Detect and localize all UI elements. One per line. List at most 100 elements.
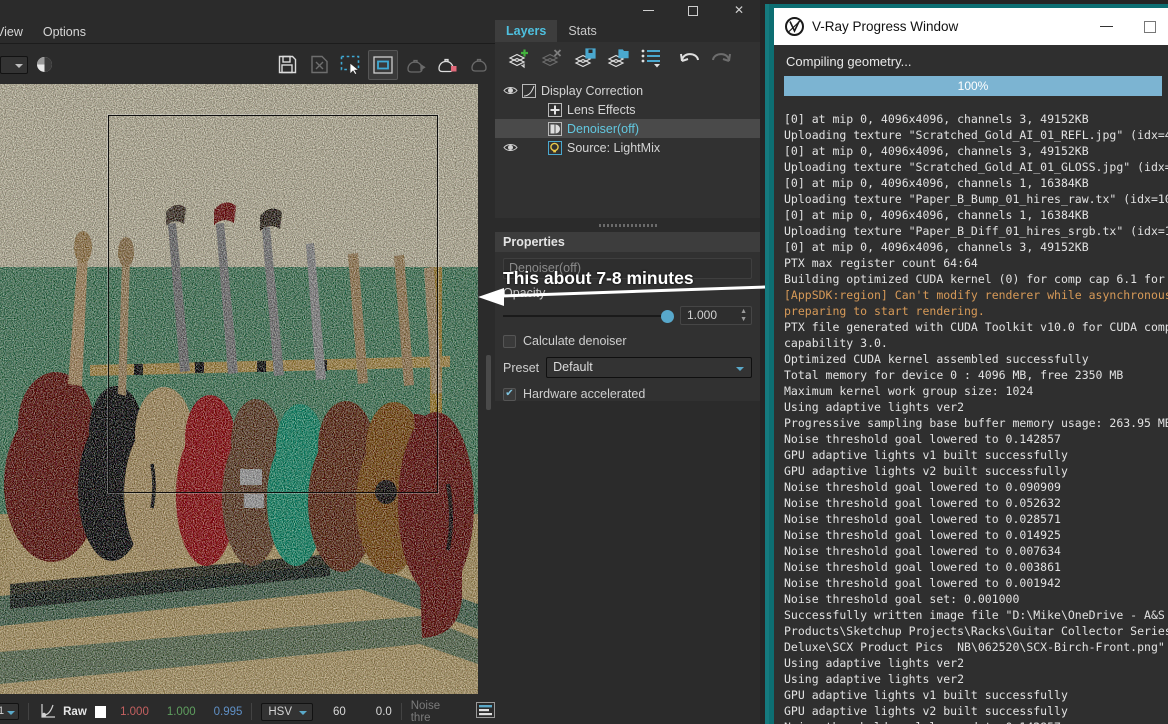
log-line: GPU adaptive lights v1 built successfull… — [784, 448, 1068, 462]
undo-icon[interactable] — [679, 48, 701, 73]
log-line: Building optimized CUDA kernel (0) for c… — [784, 272, 1165, 286]
log-line: Uploading texture "Paper_B_Diff_01_hires… — [784, 224, 1168, 238]
log-line: [0] at mip 0, 4096x4096, channels 1, 163… — [784, 208, 1089, 222]
maximize-icon[interactable] — [1128, 8, 1168, 45]
hue-value: 60 — [333, 705, 346, 718]
minimize-icon[interactable] — [625, 0, 671, 20]
log-line: Noise threshold goal lowered to 0.142857 — [784, 719, 1168, 724]
log-line: capability 3.0. — [784, 336, 888, 350]
add-layer-icon[interactable] — [508, 47, 532, 74]
calculate-denoiser-label: Calculate denoiser — [523, 334, 627, 348]
save-image-icon[interactable] — [272, 50, 302, 80]
tab-layers[interactable]: Layers — [495, 20, 558, 42]
log-line: Using adaptive lights ver2 — [784, 400, 965, 414]
curve-icon[interactable] — [40, 702, 57, 722]
layer-row-display-correction[interactable]: Display Correction — [495, 81, 760, 100]
view-select[interactable]: t1 — [0, 703, 20, 720]
log-line: Noise threshold goal lowered to 0.052632 — [784, 496, 1061, 510]
log-line: Uploading texture "Paper_B_Bump_01_hires… — [784, 192, 1168, 206]
calculate-denoiser-row[interactable]: Calculate denoiser — [503, 334, 752, 348]
properties-header: Properties — [495, 232, 760, 252]
show-region-icon[interactable] — [368, 49, 398, 80]
visibility-eye-off[interactable] — [499, 102, 521, 118]
stats-icon[interactable] — [476, 702, 495, 721]
vray-progress-window: V-Ray Progress Window Compiling geometry… — [765, 4, 1168, 724]
log-line: Products\Sketchup Projects\Racks\Guitar … — [784, 624, 1168, 638]
screen: ✕ View Options — [0, 0, 1168, 724]
vray-body: Compiling geometry... 100% [0] at mip 0,… — [774, 45, 1168, 724]
layers-toolbar — [495, 42, 760, 79]
annotation-text: This about 7-8 minutes — [503, 268, 694, 288]
channel-select[interactable] — [0, 55, 28, 74]
color-wheel-icon[interactable] — [29, 50, 59, 80]
tab-stats[interactable]: Stats — [557, 20, 608, 42]
log-line: Maximum kernel work group size: 1024 — [784, 384, 1034, 398]
opacity-slider[interactable] — [503, 309, 674, 323]
log-line: Noise threshold goal lowered to 0.028571 — [784, 512, 1061, 526]
layer-row-lens-effects[interactable]: Lens Effects — [495, 100, 760, 119]
minimize-icon[interactable] — [1084, 8, 1128, 45]
visibility-eye-off[interactable] — [499, 121, 521, 137]
redo-icon[interactable] — [710, 48, 732, 73]
layer-name: Lens Effects — [567, 102, 636, 117]
vray-titlebar[interactable]: V-Ray Progress Window — [774, 8, 1168, 45]
region-select-icon[interactable] — [336, 50, 366, 80]
color-swatch[interactable] — [94, 705, 107, 718]
lightmix-icon — [547, 140, 562, 155]
log-line: Noise threshold goal set: 0.001000 — [784, 592, 1020, 606]
vfb-toolbar — [0, 45, 495, 84]
layer-row-denoiser[interactable]: Denoiser(off) — [495, 119, 760, 138]
log-line: Noise threshold goal lowered to 0.001942 — [784, 576, 1061, 590]
log-line: [0] at mip 0, 4096x4096, channels 1, 163… — [784, 176, 1089, 190]
render-image — [0, 84, 478, 694]
log-line: GPU adaptive lights v1 built successfull… — [784, 688, 1068, 702]
hardware-accelerated-checkbox[interactable] — [503, 387, 516, 401]
opacity-value-field[interactable]: 1.000 ▲ ▼ — [680, 306, 752, 325]
preset-label: Preset — [503, 360, 540, 375]
menu-view[interactable]: View — [0, 20, 33, 44]
layer-row-source-lightmix[interactable]: Source: LightMix — [495, 138, 760, 157]
log-line: PTX file generated with CUDA Toolkit v10… — [784, 320, 1168, 334]
log-line: Successfully written image file "D:\Mike… — [784, 608, 1165, 622]
log-line: Noise threshold goal lowered to 0.090909 — [784, 480, 1061, 494]
preset-select[interactable]: Default — [546, 357, 752, 378]
teapot-icon[interactable] — [464, 50, 494, 80]
curve-layer-icon — [521, 83, 536, 98]
layers-panel: Layers Stats Display Correction Lens Eff… — [495, 20, 760, 724]
log-line: preparing to start rendering. — [784, 304, 985, 318]
colorspace-select[interactable]: HSV — [261, 702, 313, 721]
delete-layer-icon[interactable] — [541, 47, 565, 74]
stop-render-icon[interactable] — [432, 50, 462, 80]
visibility-eye-icon[interactable] — [499, 140, 521, 156]
vray-log[interactable]: [0] at mip 0, 4096x4096, channels 3, 491… — [780, 111, 1168, 724]
layer-name: Denoiser(off) — [567, 121, 640, 136]
vfb-titlebar: ✕ — [0, 0, 760, 20]
render-vertical-scrollbar[interactable] — [486, 355, 491, 410]
load-layers-icon[interactable] — [607, 47, 631, 74]
render-last-icon[interactable] — [400, 50, 430, 80]
vray-logo-icon — [785, 17, 804, 36]
save-layers-icon[interactable] — [574, 47, 598, 74]
progress-bar: 100% — [784, 76, 1162, 96]
panel-splitter[interactable] — [495, 218, 760, 232]
layer-name: Display Correction — [541, 83, 644, 98]
layers-tabs: Layers Stats — [495, 20, 760, 42]
visibility-eye-icon[interactable] — [499, 83, 521, 99]
value-green: 1.000 — [166, 705, 196, 718]
log-line: [0] at mip 0, 4096x4096, channels 3, 491… — [784, 240, 1089, 254]
log-line: Noise threshold goal lowered to 0.007634 — [784, 544, 1061, 558]
maximize-icon[interactable] — [670, 0, 716, 20]
calculate-denoiser-checkbox[interactable] — [503, 334, 516, 348]
log-line: GPU adaptive lights v2 built successfull… — [784, 704, 1068, 718]
value-red: 1.000 — [120, 705, 149, 718]
close-icon[interactable]: ✕ — [716, 0, 762, 20]
menu-options[interactable]: Options — [33, 20, 96, 44]
log-line: Total memory for device 0 : 4096 MB, fre… — [784, 368, 1124, 382]
log-line: Uploading texture "Scratched_Gold_AI_01_… — [784, 128, 1168, 142]
layer-presets-icon[interactable] — [640, 47, 664, 74]
spinner-arrows-icon[interactable]: ▲ ▼ — [740, 308, 747, 324]
hardware-accelerated-row[interactable]: Hardware accelerated — [503, 387, 752, 401]
render-preview[interactable] — [0, 84, 478, 694]
preset-row: Preset Default — [503, 357, 752, 378]
save-image-alt-icon[interactable] — [304, 50, 334, 80]
